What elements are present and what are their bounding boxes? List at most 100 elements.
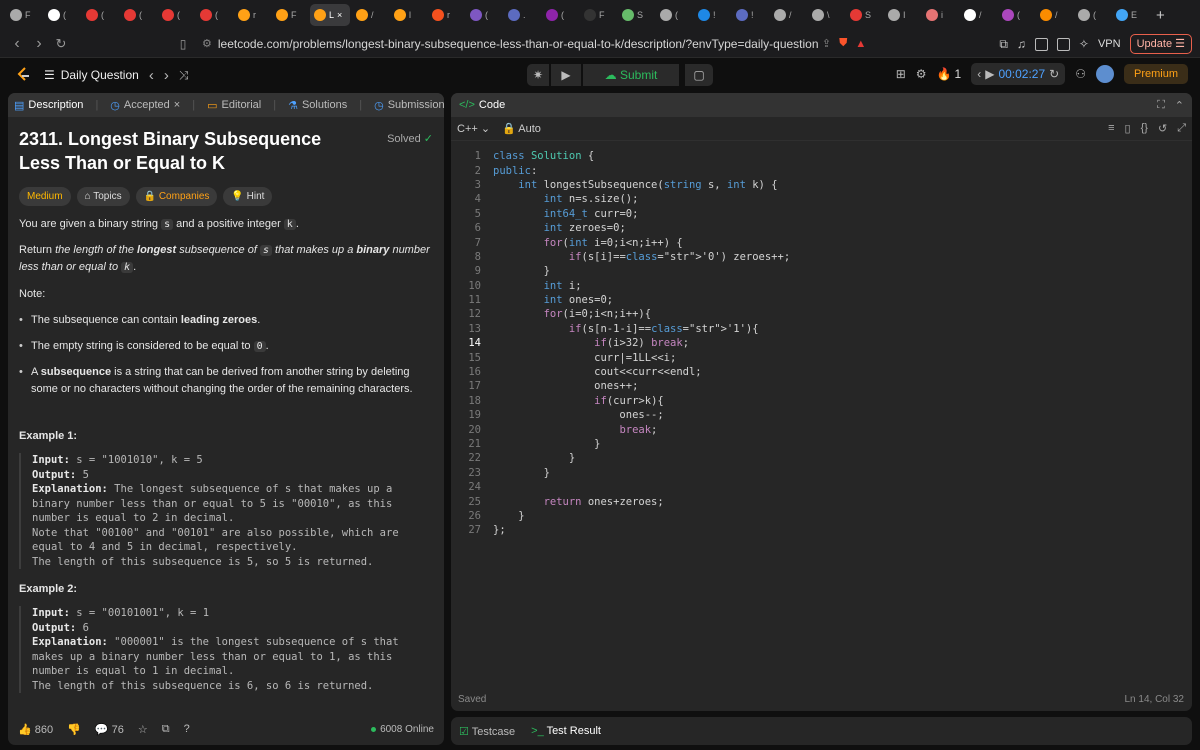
run-button[interactable]: ▶ (551, 64, 581, 86)
code-line[interactable]: 10 int i; (451, 279, 1192, 293)
reset-icon[interactable]: ↺ (1158, 122, 1167, 135)
hint-chip[interactable]: 💡 Hint (223, 187, 273, 206)
browser-tab[interactable]: ! (732, 4, 768, 26)
browser-tab[interactable]: ( (542, 4, 578, 26)
browser-tab[interactable]: r (234, 4, 270, 26)
code-line[interactable]: 24 (451, 480, 1192, 494)
tab-testcase[interactable]: ☑ Testcase (459, 725, 515, 738)
music-icon[interactable]: ♫ (1017, 37, 1026, 51)
help-icon[interactable]: ? (184, 723, 190, 735)
site-settings-icon[interactable]: ⚙ (202, 37, 212, 50)
bookmark-icon[interactable]: ▯ (172, 37, 194, 51)
tab-submissions[interactable]: ◷ Submissions (374, 99, 444, 112)
maximize-icon[interactable]: ⛶ (1157, 99, 1165, 112)
browser-tab[interactable]: I (884, 4, 920, 26)
browser-tab[interactable]: F (580, 4, 616, 26)
back-icon[interactable]: ‹ (6, 35, 28, 53)
browser-tab[interactable]: ( (44, 4, 80, 26)
browser-tab[interactable]: F (272, 4, 308, 26)
layout-icon[interactable]: ⊞ (896, 67, 906, 81)
code-line[interactable]: 14 if(i>32) break; (451, 336, 1192, 350)
format-icon[interactable]: ≡ (1108, 122, 1114, 135)
code-line[interactable]: 1 class Solution { (451, 149, 1192, 163)
browser-tab[interactable]: \ (808, 4, 844, 26)
browser-tab[interactable]: ( (120, 4, 156, 26)
code-line[interactable]: 21 } (451, 437, 1192, 451)
premium-button[interactable]: Premium (1123, 64, 1188, 84)
wallet-icon[interactable] (1056, 37, 1070, 51)
tab-test-result[interactable]: >_ Test Result (531, 725, 601, 737)
leetcode-logo-icon[interactable] (16, 67, 30, 83)
timer-collapse-icon[interactable]: ‹ (977, 67, 981, 81)
code-line[interactable]: 23 } (451, 466, 1192, 480)
language-select[interactable]: C++ ⌄ (457, 122, 490, 135)
code-line[interactable]: 7 for(int i=0;i<n;i++) { (451, 235, 1192, 249)
shuffle-icon[interactable]: ⤨ (179, 68, 189, 83)
companies-chip[interactable]: 🔒 Companies (135, 187, 218, 206)
browser-tab[interactable]: ( (158, 4, 194, 26)
code-line[interactable]: 8 if(s[i]==class="str">'0') zeroes++; (451, 250, 1192, 264)
star-icon[interactable]: ☆ (138, 723, 148, 736)
browser-tab[interactable]: S (618, 4, 654, 26)
debug-icon[interactable]: ✷ (527, 64, 549, 86)
code-line[interactable]: 20 break; (451, 422, 1192, 436)
browser-tab[interactable]: E (1112, 4, 1148, 26)
code-line[interactable]: 11 int ones=0; (451, 293, 1192, 307)
code-line[interactable]: 6 int zeroes=0; (451, 221, 1192, 235)
browser-tab[interactable]: F (6, 4, 42, 26)
tab-editorial[interactable]: ▭ Editorial (207, 99, 261, 112)
browser-tab[interactable]: . (504, 4, 540, 26)
new-tab-icon[interactable]: + (1156, 7, 1165, 24)
reload-icon[interactable]: ↻ (50, 36, 72, 52)
auto-mode[interactable]: 🔒 Auto (502, 122, 541, 135)
timer-reset-icon[interactable]: ↻ (1049, 67, 1059, 81)
bookmark-icon[interactable]: ▯ (1125, 122, 1131, 135)
browser-tab[interactable]: / (770, 4, 806, 26)
add-user-icon[interactable]: ⚇ (1075, 67, 1086, 81)
tab-accepted[interactable]: ◷ Accepted × (110, 99, 180, 112)
streak-counter[interactable]: 🔥 1 (937, 67, 962, 81)
notes-icon[interactable]: ▢ (685, 64, 713, 86)
code-line[interactable]: 26 } (451, 509, 1192, 523)
rewards-icon[interactable]: ▲ (855, 38, 866, 50)
browser-tab[interactable]: / (352, 4, 388, 26)
settings-gear-icon[interactable]: ⚙ (916, 67, 927, 81)
code-line[interactable]: 25 return ones+zeroes; (451, 494, 1192, 508)
code-line[interactable]: 12 for(i=0;i<n;i++){ (451, 307, 1192, 321)
browser-tab[interactable]: ( (466, 4, 502, 26)
code-line[interactable]: 2 public: (451, 163, 1192, 177)
code-editor[interactable]: 1 class Solution {2 public: 3 int longestSu… (451, 149, 1192, 669)
browser-tab[interactable]: ( (656, 4, 692, 26)
problem-title[interactable]: 2311. Longest Binary Subsequence Less Th… (19, 127, 349, 175)
close-icon[interactable]: × (174, 99, 180, 111)
braces-icon[interactable]: {} (1141, 122, 1148, 135)
browser-tab[interactable]: S (846, 4, 882, 26)
comments-button[interactable]: 💬 76 (95, 723, 124, 736)
close-tab-icon[interactable]: × (337, 10, 342, 20)
code-line[interactable]: 15 curr|=1LL<<i; (451, 350, 1192, 364)
browser-tab[interactable]: / (1036, 4, 1072, 26)
timer[interactable]: ‹ ▶ 00:02:27 ↻ (971, 63, 1066, 85)
brave-shield-icon[interactable]: ⛊ (839, 37, 847, 50)
prev-problem-icon[interactable]: ‹ (149, 67, 154, 84)
collapse-icon[interactable]: ⌃ (1175, 99, 1184, 112)
code-line[interactable]: 5 int64_t curr=0; (451, 207, 1192, 221)
browser-tab[interactable]: / (960, 4, 996, 26)
extensions-icon[interactable]: ⧉ (999, 37, 1008, 52)
browser-tab[interactable]: i (922, 4, 958, 26)
browser-tab[interactable]: L × (310, 4, 350, 26)
dislike-icon[interactable]: 👎 (67, 723, 81, 736)
browser-tab[interactable]: l (390, 4, 426, 26)
code-line[interactable]: 18 if(curr>k){ (451, 394, 1192, 408)
url-field[interactable]: leetcode.com/problems/longest-binary-sub… (218, 37, 818, 51)
share-icon[interactable]: ⇪ (822, 37, 831, 50)
tab-solutions[interactable]: ⚗ Solutions (288, 99, 347, 112)
browser-tab[interactable]: ( (1074, 4, 1110, 26)
avatar[interactable] (1095, 65, 1114, 83)
code-line[interactable]: 27}; (451, 523, 1192, 537)
browser-tab[interactable]: ( (82, 4, 118, 26)
vpn-button[interactable]: VPN (1098, 38, 1121, 50)
code-line[interactable]: 13 if(s[n-1-i]==class="str">'1'){ (451, 322, 1192, 336)
topics-chip[interactable]: ⌂ Topics (76, 187, 130, 206)
tab-description[interactable]: ▤ Description (14, 99, 83, 112)
